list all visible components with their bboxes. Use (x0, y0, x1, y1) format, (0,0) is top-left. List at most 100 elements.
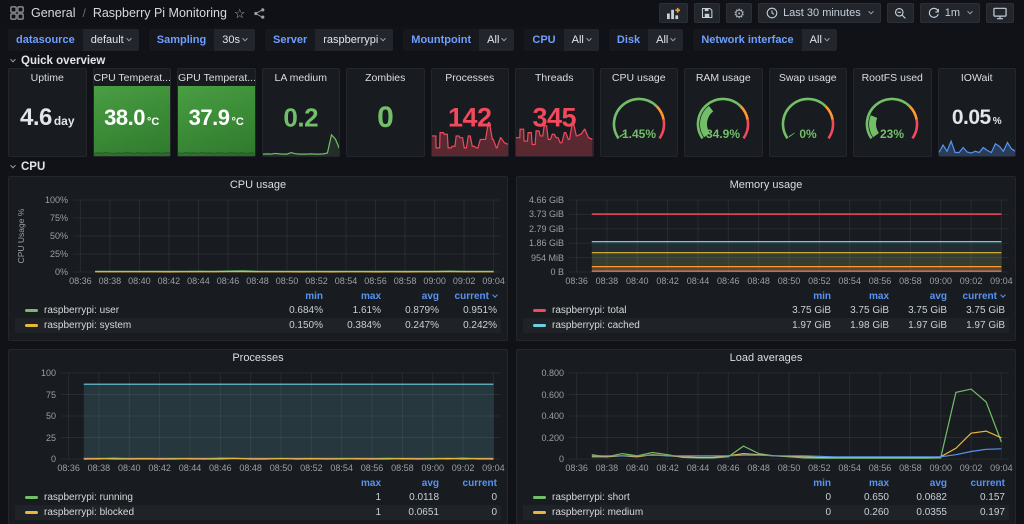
variable-value-dropdown[interactable]: All (802, 29, 837, 51)
stat-panel-title[interactable]: CPU usage (601, 69, 678, 85)
variable-value-dropdown[interactable]: 30s (214, 29, 255, 51)
legend-value: 0.650 (831, 492, 889, 503)
stat-body: 142 (432, 86, 509, 156)
stat-panel-title[interactable]: Swap usage (770, 69, 847, 85)
stat-panel-title[interactable]: CPU Temperat... (94, 69, 171, 85)
stat-panel-title[interactable]: Zombies (347, 69, 424, 85)
legend-series-toggle[interactable]: raspberrypi: medium (533, 507, 773, 518)
panel-title[interactable]: CPU usage (15, 179, 501, 197)
add-panel-button[interactable] (659, 3, 688, 23)
star-icon[interactable]: ☆ (234, 7, 246, 20)
y-tick: 954 MiB (531, 253, 564, 263)
stat-panel-title[interactable]: LA medium (263, 69, 340, 85)
breadcrumb-section[interactable]: General (31, 6, 75, 20)
x-tick: 08:58 (899, 463, 922, 473)
legend-series-toggle[interactable]: raspberrypi: short (533, 492, 773, 503)
legend-value: 0.260 (831, 507, 889, 518)
legend-column-max[interactable]: max (831, 291, 889, 302)
legend-value: 0.157 (947, 492, 1005, 503)
legend-column-avg[interactable]: avg (381, 291, 439, 302)
stat-panel-title[interactable]: Uptime (9, 69, 86, 85)
stat-body: 0% (770, 86, 847, 156)
variable-label: Disk (609, 29, 648, 51)
zoom-out-time-button[interactable] (887, 3, 914, 23)
stat-unit: °C (231, 116, 243, 128)
panel-title[interactable]: Memory usage (523, 179, 1009, 197)
stat-panel-title[interactable]: RAM usage (685, 69, 762, 85)
panel-title[interactable]: Processes (15, 352, 501, 370)
legend-column-avg[interactable]: avg (381, 478, 439, 489)
legend-value: 1.61% (323, 305, 381, 316)
x-tick: 09:00 (929, 463, 952, 473)
legend-column-min[interactable]: min (773, 478, 831, 489)
stat-panel-title[interactable]: RootFS used (854, 69, 931, 85)
stat-value: 0 (347, 101, 424, 135)
legend-column-avg[interactable]: avg (889, 478, 947, 489)
legend-series-toggle[interactable]: raspberrypi: running (25, 492, 323, 503)
x-tick: 08:48 (246, 276, 269, 286)
clock-icon (766, 7, 778, 19)
variable-value-dropdown[interactable]: All (479, 29, 514, 51)
legend-column-current[interactable]: current (439, 478, 497, 489)
stat-uptime: Uptime4.6day (8, 68, 87, 157)
legend-series-label: raspberrypi: blocked (44, 507, 134, 518)
save-dashboard-button[interactable] (694, 3, 720, 23)
x-tick: 09:04 (482, 463, 505, 473)
legend-series-label: raspberrypi: cached (552, 320, 640, 331)
variable-value-dropdown[interactable]: default (83, 29, 139, 51)
legend-column-max[interactable]: max (323, 291, 381, 302)
panel-title[interactable]: Load averages (523, 352, 1009, 370)
x-tick: 08:50 (276, 276, 299, 286)
legend-column-min[interactable]: min (265, 291, 323, 302)
legend-series-toggle[interactable]: raspberrypi: total (533, 305, 773, 316)
legend-column-max[interactable]: max (831, 478, 889, 489)
legend-column-min[interactable]: min (773, 291, 831, 302)
legend-column-current[interactable]: current (947, 291, 1005, 302)
legend-series-toggle[interactable]: raspberrypi: blocked (25, 507, 323, 518)
y-tick: 1.86 GiB (529, 238, 564, 248)
sparkline (939, 128, 1016, 156)
stat-body: 34.9% (685, 86, 762, 156)
variable-value-dropdown[interactable]: raspberrypi (315, 29, 393, 51)
legend-series-toggle[interactable]: raspberrypi: cached (533, 320, 773, 331)
legend-column-avg[interactable]: avg (889, 291, 947, 302)
gauge: 1.45% (601, 86, 678, 156)
y-axis-ticks: 4.66 GiB3.73 GiB2.79 GiB1.86 GiB954 MiB0… (523, 197, 569, 275)
sort-chevron-icon (492, 292, 498, 298)
x-tick: 08:42 (656, 463, 679, 473)
x-tick: 08:50 (270, 463, 293, 473)
x-tick: 08:40 (128, 276, 151, 286)
kiosk-mode-button[interactable] (986, 3, 1014, 23)
dashboard-settings-button[interactable]: ⚙ (726, 3, 752, 23)
stat-panel-title[interactable]: Processes (432, 69, 509, 85)
legend-column-current[interactable]: current (947, 478, 1005, 489)
add-panel-icon (666, 7, 681, 20)
legend-column-max[interactable]: max (323, 478, 381, 489)
legend-series-toggle[interactable]: raspberrypi: system (25, 320, 265, 331)
chart-cpu-usage: CPU usageCPU Usage %100%75%50%25%0%08:36… (8, 176, 508, 341)
variable-value-dropdown[interactable]: All (648, 29, 683, 51)
breadcrumb-separator: / (82, 6, 85, 20)
y-tick: 75 (46, 390, 56, 400)
variable-datasource: datasourcedefault (8, 29, 139, 51)
sparkline (263, 132, 340, 156)
x-tick: 09:00 (421, 463, 444, 473)
section-quick-overview[interactable]: Quick overview (8, 54, 1016, 68)
series-color-swatch (533, 511, 546, 514)
stat-panel-title[interactable]: Threads (516, 69, 593, 85)
legend-series-toggle[interactable]: raspberrypi: user (25, 305, 265, 316)
variable-value-dropdown[interactable]: All (564, 29, 599, 51)
time-range-picker[interactable]: Last 30 minutes (758, 3, 881, 23)
section-cpu[interactable]: CPU (8, 160, 1016, 174)
share-icon[interactable] (253, 7, 266, 20)
legend-column-current[interactable]: current (439, 291, 497, 302)
legend-header: maxavgcurrent (15, 477, 501, 490)
stat-panel-title[interactable]: GPU Temperat... (178, 69, 255, 85)
refresh-button[interactable]: 1m (920, 3, 980, 23)
legend-row: raspberrypi: user0.684%1.61%0.879%0.951% (15, 303, 501, 318)
chevron-down-icon (10, 163, 16, 169)
dashboards-grid-icon[interactable] (10, 6, 24, 20)
stat-value: 0.05% (939, 106, 1016, 130)
stat-panel-title[interactable]: IOWait (939, 69, 1016, 85)
chart-area: 1007550250 (15, 370, 501, 462)
